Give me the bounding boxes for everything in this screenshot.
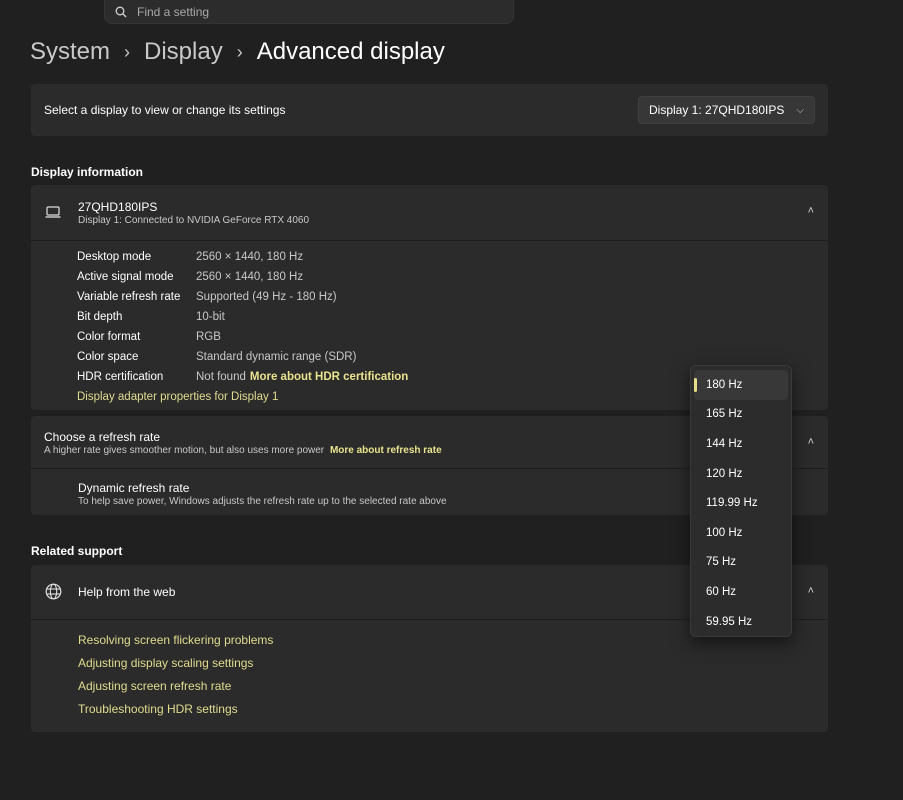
refresh-rate-option[interactable]: 180 Hz (694, 370, 788, 400)
help-from-web-title: Help from the web (78, 585, 176, 599)
display-info-rows: Desktop mode 2560 × 1440, 180 Hz Active … (77, 247, 408, 407)
monitor-name: 27QHD180IPS (78, 200, 158, 214)
refresh-rate-option[interactable]: 119.99 Hz (694, 488, 788, 518)
section-title-display-information: Display information (31, 165, 144, 179)
info-row: Display adapter properties for Display 1 (77, 387, 408, 407)
more-about-refresh-rate-link[interactable]: More about refresh rate (330, 445, 442, 456)
breadcrumb-separator: › (236, 41, 243, 62)
breadcrumb-display[interactable]: Display (144, 38, 223, 66)
page-title: Advanced display (256, 38, 445, 65)
info-row: Bit depth 10-bit (77, 307, 408, 327)
refresh-rate-option[interactable]: 120 Hz (694, 459, 788, 489)
hdr-certification-link[interactable]: More about HDR certification (250, 371, 408, 383)
dynamic-refresh-rate-subtitle: To help save power, Windows adjusts the … (78, 496, 447, 507)
refresh-rate-option[interactable]: 165 Hz (694, 400, 788, 430)
info-value: 2560 × 1440, 180 Hz (196, 271, 304, 283)
refresh-rate-dropdown-menu: 180 Hz 165 Hz 144 Hz 120 Hz 119.99 Hz 10… (690, 365, 792, 637)
chevron-up-icon[interactable]: ˄ (808, 585, 814, 597)
search-icon (115, 6, 127, 17)
info-row: HDR certification Not found More about H… (77, 367, 408, 387)
select-display-card: Select a display to view or change its s… (31, 84, 828, 136)
help-link[interactable]: Adjusting display scaling settings (78, 656, 273, 679)
info-row: Color space Standard dynamic range (SDR) (77, 347, 408, 367)
display-adapter-properties-link[interactable]: Display adapter properties for Display 1 (77, 391, 278, 403)
info-value: Not found (196, 371, 246, 383)
chevron-down-icon: ⌵ (796, 104, 804, 116)
info-key: Color space (77, 351, 139, 363)
refresh-rate-option[interactable]: 60 Hz (694, 577, 788, 607)
breadcrumb: System › Display › Advanced display (30, 38, 445, 66)
info-row: Active signal mode 2560 × 1440, 180 Hz (77, 267, 408, 287)
chevron-up-icon[interactable]: ˄ (808, 205, 814, 217)
globe-icon (45, 583, 62, 600)
info-key: Color format (77, 331, 141, 343)
refresh-rate-option[interactable]: 144 Hz (694, 429, 788, 459)
info-value: Supported (49 Hz - 180 Hz) (196, 291, 337, 303)
select-display-label: Select a display to view or change its s… (44, 103, 286, 117)
search-box[interactable] (104, 0, 514, 24)
display-dropdown[interactable]: Display 1: 27QHD180IPS ⌵ (638, 96, 815, 124)
breadcrumb-system[interactable]: System (30, 38, 110, 66)
info-key: Desktop mode (77, 251, 152, 263)
display-information-header[interactable]: 27QHD180IPS Display 1: Connected to NVID… (31, 185, 828, 241)
chevron-up-icon[interactable]: ˄ (808, 436, 814, 448)
info-row: Variable refresh rate Supported (49 Hz -… (77, 287, 408, 307)
info-row: Desktop mode 2560 × 1440, 180 Hz (77, 247, 408, 267)
help-link[interactable]: Adjusting screen refresh rate (78, 679, 273, 702)
info-key: HDR certification (77, 371, 164, 383)
refresh-rate-option[interactable]: 100 Hz (694, 518, 788, 548)
monitor-icon (45, 206, 61, 218)
display-dropdown-value: Display 1: 27QHD180IPS (649, 103, 785, 117)
info-key: Active signal mode (77, 271, 174, 283)
refresh-rate-title: Choose a refresh rate (44, 430, 161, 444)
refresh-rate-option[interactable]: 75 Hz (694, 548, 788, 578)
help-links: Resolving screen flickering problems Adj… (78, 633, 273, 725)
breadcrumb-separator: › (124, 41, 131, 62)
monitor-subtitle: Display 1: Connected to NVIDIA GeForce R… (78, 215, 310, 226)
refresh-rate-subtitle: A higher rate gives smoother motion, but… (44, 445, 442, 456)
info-value: 10-bit (196, 311, 225, 323)
help-link[interactable]: Troubleshooting HDR settings (78, 702, 273, 725)
search-input[interactable] (135, 3, 479, 20)
refresh-rate-subtitle-text: A higher rate gives smoother motion, but… (44, 445, 325, 456)
info-value: Standard dynamic range (SDR) (196, 351, 357, 363)
info-key: Variable refresh rate (77, 291, 181, 303)
info-key: Bit depth (77, 311, 123, 323)
refresh-rate-option[interactable]: 59.95 Hz (694, 607, 788, 637)
help-link[interactable]: Resolving screen flickering problems (78, 633, 273, 656)
info-value: RGB (196, 331, 221, 343)
info-row: Color format RGB (77, 327, 408, 347)
info-value: 2560 × 1440, 180 Hz (196, 251, 304, 263)
section-title-related-support: Related support (31, 544, 123, 558)
dynamic-refresh-rate-title: Dynamic refresh rate (78, 481, 190, 495)
